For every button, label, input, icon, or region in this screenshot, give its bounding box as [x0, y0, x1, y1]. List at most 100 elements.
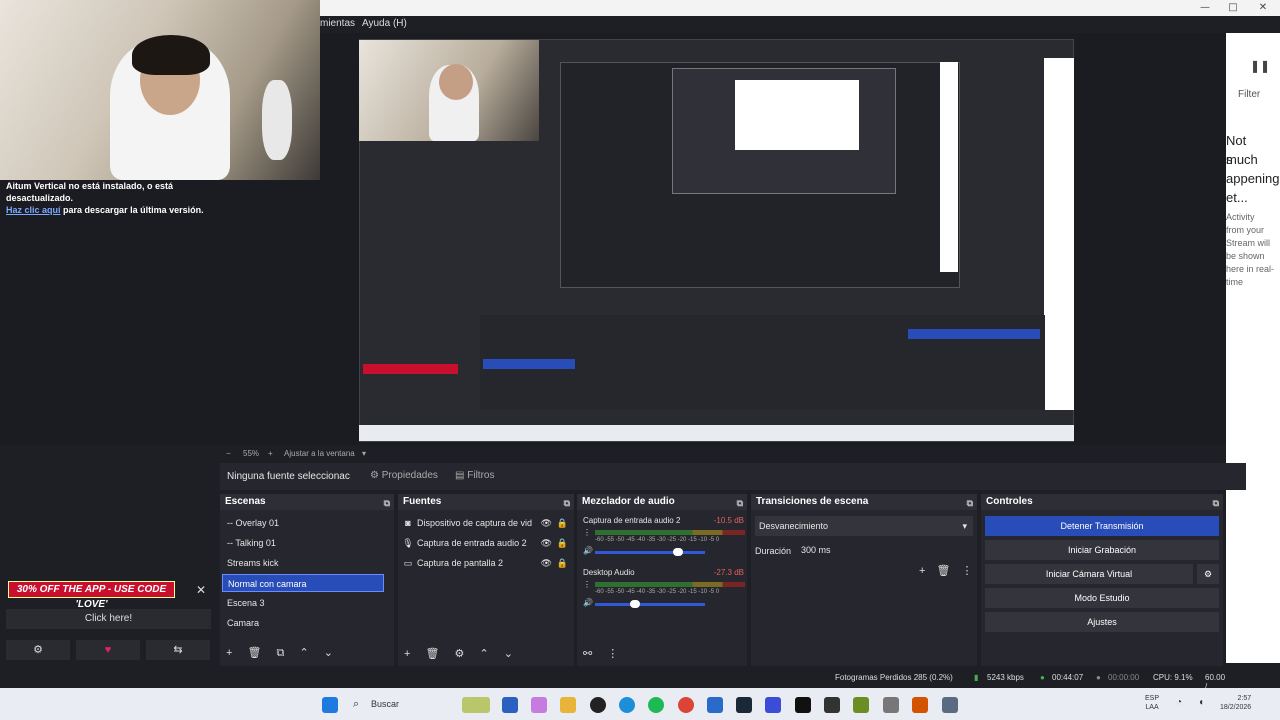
capcut-icon[interactable] — [795, 697, 811, 713]
add-transition-button[interactable]: + — [919, 565, 925, 577]
scene-item-selected[interactable]: Normal con camara — [222, 574, 384, 592]
steam-icon[interactable] — [736, 697, 752, 713]
advanced-audio-button[interactable]: ⚯ — [583, 648, 592, 660]
obs-icon[interactable] — [590, 697, 606, 713]
chrome-icon[interactable] — [678, 697, 694, 713]
task-view-icon[interactable] — [502, 697, 518, 713]
visibility-icon[interactable]: 👁 — [541, 554, 552, 572]
download-link[interactable]: Haz clic aquí — [6, 205, 61, 215]
click-here-button[interactable]: Click here! — [6, 609, 211, 629]
copilot-icon[interactable] — [531, 697, 547, 713]
folder-icon[interactable] — [560, 697, 576, 713]
start-virtual-camera-button[interactable]: Iniciar Cámara Virtual — [985, 564, 1193, 584]
undock-icon[interactable]: ⧉ — [564, 495, 570, 511]
zoom-out-button[interactable]: − — [226, 449, 231, 458]
edge-icon[interactable] — [619, 697, 635, 713]
source-item[interactable]: ▭ Captura de pantalla 2 👁 🔒 — [402, 554, 570, 572]
minimize-button[interactable]: — — [1198, 1, 1212, 15]
windows-start-icon[interactable] — [322, 697, 338, 713]
clock[interactable]: 2:57 18/2/2026 — [1220, 694, 1251, 712]
scene-item[interactable]: Streams kick — [222, 554, 384, 572]
app-icon[interactable] — [765, 697, 781, 713]
promo-close-icon[interactable]: ✕ — [195, 584, 207, 596]
scene-filters-button[interactable]: ⧉ — [277, 647, 285, 659]
gear-icon[interactable]: ⚙ — [6, 640, 70, 660]
lock-icon[interactable]: 🔒 — [557, 514, 568, 532]
volume-knob[interactable] — [673, 548, 683, 556]
taskbar-search[interactable]: ⌕ Buscar — [347, 693, 443, 715]
search-icon: ⌕ — [353, 698, 360, 710]
app-icon[interactable] — [824, 697, 840, 713]
menu-tools[interactable]: mientas — [320, 18, 355, 29]
properties-button[interactable]: ⚙ Propiedades — [370, 470, 438, 481]
move-down-button[interactable]: ⌄ — [504, 648, 513, 660]
scene-item[interactable]: -- Talking 01 — [222, 534, 384, 552]
speaker-icon[interactable]: 🔊 — [583, 598, 593, 607]
remove-scene-button[interactable]: 🗑 — [248, 647, 262, 659]
minecraft-icon[interactable] — [853, 697, 869, 713]
source-item[interactable]: 🎙 Captura de entrada audio 2 👁 🔒 — [402, 534, 570, 552]
cpu-usage: CPU: 9.1% — [1153, 673, 1193, 682]
lock-icon[interactable]: 🔒 — [557, 554, 568, 572]
volume-meter — [595, 530, 745, 535]
language-indicator[interactable]: ESP LAA — [1145, 694, 1159, 712]
heart-icon[interactable]: ♥ — [76, 640, 140, 660]
fit-window-select[interactable]: Ajustar a la ventana — [284, 449, 355, 458]
scene-item[interactable]: Camara — [222, 614, 384, 632]
scene-item[interactable]: -- Overlay 01 — [222, 514, 384, 532]
app-icon[interactable] — [912, 697, 928, 713]
menu-help[interactable]: Ayuda (H) — [362, 18, 407, 29]
app-icon[interactable] — [883, 697, 899, 713]
stop-stream-button[interactable]: Detener Transmisión — [985, 516, 1219, 536]
menu-dots-icon[interactable]: ⋮ — [583, 528, 591, 537]
menu-dots-icon[interactable]: ⋮ — [583, 580, 591, 589]
promo-banner[interactable]: 30% OFF THE APP - USE CODE 'LOVE' — [8, 581, 175, 610]
filters-button[interactable]: ▤ Filtros — [455, 470, 494, 481]
source-properties-button[interactable]: ⚙ — [455, 648, 465, 660]
settings-button[interactable]: Ajustes — [985, 612, 1219, 632]
zoom-in-button[interactable]: + — [268, 449, 273, 458]
duration-input[interactable]: 300 ms — [797, 540, 973, 560]
add-scene-button[interactable]: + — [226, 647, 232, 659]
volume-slider[interactable] — [595, 603, 705, 606]
filter-button[interactable]: Filter — [1238, 89, 1260, 100]
undock-icon[interactable]: ⧉ — [384, 495, 390, 511]
add-source-button[interactable]: + — [404, 648, 410, 660]
undock-icon[interactable]: ⧉ — [967, 495, 973, 511]
speaker-icon[interactable]: 🔊 — [583, 546, 593, 555]
mixer-menu-button[interactable]: ⋮ — [607, 648, 618, 660]
maximize-button[interactable]: □ — [1226, 1, 1240, 15]
volume-knob[interactable] — [630, 600, 640, 608]
move-down-button[interactable]: ⌄ — [324, 647, 333, 659]
scene-item[interactable]: Escena 3 — [222, 594, 384, 612]
remove-transition-button[interactable]: 🗑 — [937, 565, 951, 577]
close-button[interactable]: ✕ — [1256, 1, 1270, 15]
visibility-icon[interactable]: 👁 — [541, 534, 552, 552]
switch-icon[interactable]: ⇆ — [146, 640, 210, 660]
studio-mode-button[interactable]: Modo Estudio — [985, 588, 1219, 608]
settings-icon[interactable] — [942, 697, 958, 713]
gear-icon[interactable]: ⚙ — [1197, 564, 1219, 584]
spotify-icon[interactable] — [648, 697, 664, 713]
visibility-icon[interactable]: 👁 — [541, 514, 552, 532]
transition-menu-button[interactable]: ⋮ — [962, 565, 973, 577]
microphone-icon: 🎙 — [402, 538, 414, 548]
transitions-dock: Transiciones de escena ⧉ Desvanecimiento … — [751, 494, 977, 666]
store-icon[interactable] — [707, 697, 723, 713]
pause-icon[interactable]: ❚❚ — [1250, 59, 1270, 73]
undock-icon[interactable]: ⧉ — [1213, 495, 1219, 511]
source-item[interactable]: ◙ Dispositivo de captura de vid 👁 🔒 — [402, 514, 570, 532]
wifi-icon[interactable]: ◔ — [1176, 697, 1182, 708]
dropped-frames: Fotogramas Perdidos 285 (0.2%) — [835, 673, 953, 682]
move-up-button[interactable]: ⌃ — [299, 647, 308, 659]
undock-icon[interactable]: ⧉ — [737, 495, 743, 511]
remove-source-button[interactable]: 🗑 — [426, 648, 440, 660]
start-recording-button[interactable]: Iniciar Grabación — [985, 540, 1219, 560]
widget-icon[interactable] — [462, 697, 490, 713]
volume-slider[interactable] — [595, 551, 705, 554]
transition-select[interactable]: Desvanecimiento ▾ — [755, 516, 973, 536]
chevron-down-icon[interactable]: ▾ — [362, 449, 366, 458]
volume-icon[interactable]: ◖ — [1198, 697, 1204, 708]
move-up-button[interactable]: ⌃ — [479, 648, 488, 660]
lock-icon[interactable]: 🔒 — [557, 534, 568, 552]
